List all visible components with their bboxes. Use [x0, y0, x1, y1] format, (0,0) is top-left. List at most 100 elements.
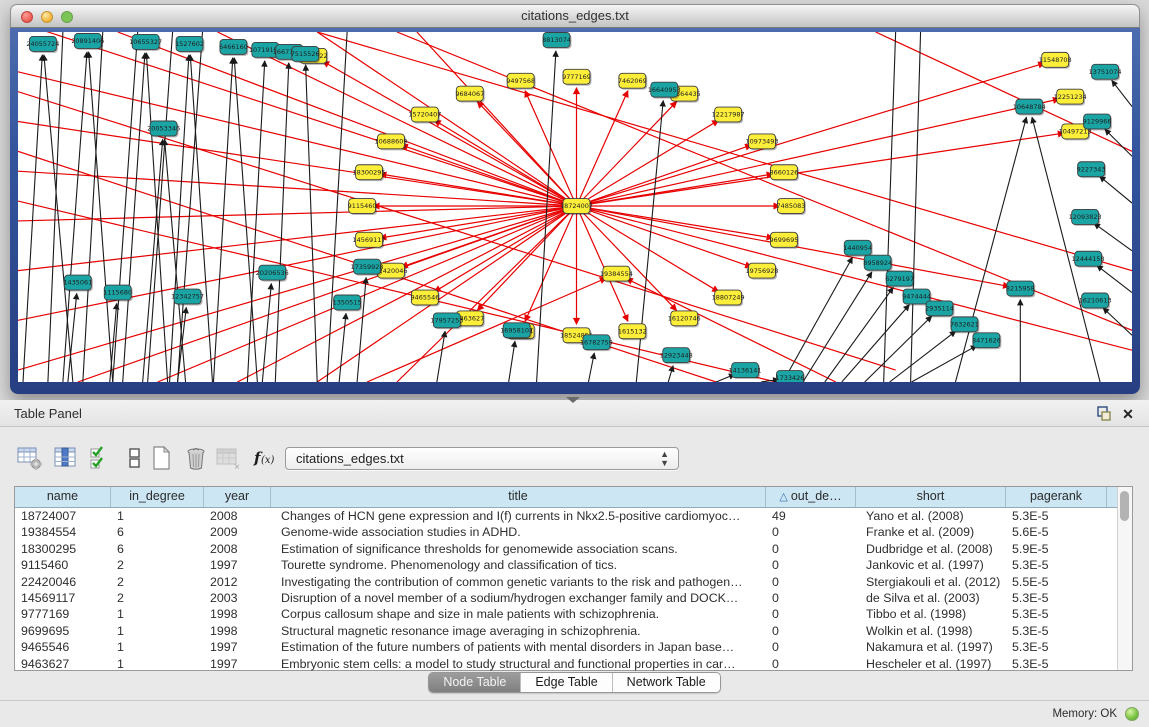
- network-edge[interactable]: [1103, 308, 1132, 335]
- network-edge[interactable]: [306, 65, 318, 382]
- table-cell[interactable]: 5.3E-5: [1006, 623, 1107, 639]
- network-node[interactable]: 12217987: [712, 107, 745, 123]
- table-cell[interactable]: Genome-wide association studies in ADHD.: [271, 524, 766, 540]
- network-window-titlebar[interactable]: citations_edges.txt: [10, 4, 1140, 28]
- table-source-dropdown[interactable]: citations_edges.txt ▲▼: [285, 447, 679, 470]
- network-node[interactable]: 20053346: [147, 121, 180, 137]
- network-node[interactable]: 12923448: [660, 348, 693, 364]
- table-cell[interactable]: Tibbo et al. (1998): [856, 606, 1006, 622]
- network-node[interactable]: 9497568: [506, 73, 535, 89]
- network-edge[interactable]: [18, 72, 576, 206]
- network-node[interactable]: 16210613: [1079, 293, 1112, 309]
- network-edge[interactable]: [434, 120, 576, 206]
- tab-node-table[interactable]: Node Table: [429, 673, 520, 692]
- network-node[interactable]: 12342757: [171, 289, 204, 305]
- table-cell[interactable]: de Silva et al. (2003): [856, 590, 1006, 606]
- network-node[interactable]: 16640953: [648, 82, 681, 98]
- network-node[interactable]: 9129966: [1083, 114, 1112, 130]
- network-edge[interactable]: [576, 206, 751, 267]
- table-cell[interactable]: 0: [766, 557, 856, 573]
- new-document-icon[interactable]: [148, 444, 176, 472]
- network-node[interactable]: 1527602: [175, 36, 204, 52]
- network-node[interactable]: 19756928: [746, 263, 779, 279]
- network-node[interactable]: 9699695: [770, 232, 799, 248]
- table-cell[interactable]: 9465546: [15, 639, 111, 655]
- column-header-in_degree[interactable]: in_degree: [111, 487, 204, 507]
- network-edge[interactable]: [18, 121, 576, 206]
- table-cell[interactable]: 18300295: [15, 541, 111, 557]
- panel-splitter-handle[interactable]: [566, 397, 580, 403]
- network-node[interactable]: 20891406: [71, 33, 104, 49]
- network-node[interactable]: 17957253: [430, 313, 463, 329]
- function-builder-icon[interactable]: f (x): [252, 444, 280, 472]
- network-edge[interactable]: [165, 139, 186, 382]
- network-edge[interactable]: [842, 305, 910, 382]
- network-edge[interactable]: [78, 206, 577, 382]
- table-cell[interactable]: 1997: [204, 656, 271, 672]
- table-cell[interactable]: 9463627: [15, 656, 111, 672]
- network-node[interactable]: 17359928: [351, 259, 384, 275]
- table-cell[interactable]: Estimation of significance thresholds fo…: [271, 541, 766, 557]
- network-node[interactable]: 8958924: [863, 255, 892, 271]
- table-cell[interactable]: 14569117: [15, 590, 111, 606]
- table-cell[interactable]: Structural magnetic resonance image aver…: [271, 623, 766, 639]
- network-node[interactable]: 14136141: [729, 363, 762, 379]
- table-cell[interactable]: Changes of HCN gene expression and I(f) …: [271, 508, 766, 524]
- table-settings-icon[interactable]: [16, 444, 44, 472]
- table-cell[interactable]: Nakamura et al. (1997): [856, 639, 1006, 655]
- network-edge[interactable]: [576, 133, 1064, 206]
- network-node[interactable]: 6279197: [885, 271, 914, 287]
- network-edge[interactable]: [190, 55, 212, 382]
- table-cell[interactable]: 5.3E-5: [1006, 606, 1107, 622]
- network-edge[interactable]: [509, 341, 515, 382]
- network-edge[interactable]: [213, 58, 232, 382]
- column-header-title[interactable]: title: [271, 487, 766, 507]
- network-node[interactable]: 2935114: [925, 301, 954, 317]
- scrollbar-thumb[interactable]: [1120, 491, 1129, 521]
- table-cell[interactable]: Dudbridge et al. (2008): [856, 541, 1006, 557]
- table-cell[interactable]: 2009: [204, 524, 271, 540]
- network-edge[interactable]: [113, 32, 138, 382]
- network-edge[interactable]: [890, 331, 956, 382]
- network-node[interactable]: 18724007: [560, 199, 593, 215]
- network-node[interactable]: 10648784: [1013, 99, 1046, 115]
- table-cell[interactable]: 1: [111, 656, 204, 672]
- select-all-icon[interactable]: [88, 444, 116, 472]
- table-cell[interactable]: 5.3E-5: [1006, 639, 1107, 655]
- table-cell[interactable]: 5.3E-5: [1006, 590, 1107, 606]
- table-cell[interactable]: 0: [766, 541, 856, 557]
- table-cell[interactable]: 0: [766, 574, 856, 590]
- network-edge[interactable]: [865, 316, 932, 382]
- table-cell[interactable]: 9777169: [15, 606, 111, 622]
- network-edge[interactable]: [1105, 129, 1132, 156]
- network-node[interactable]: 16782759: [580, 335, 613, 351]
- network-canvas-area[interactable]: 1872400774850839699695197569281880724916…: [18, 32, 1132, 382]
- table-row[interactable]: 1456911722003Disruption of a novel membe…: [15, 590, 1132, 606]
- network-edge[interactable]: [317, 32, 1132, 271]
- network-node[interactable]: 18300295: [353, 165, 386, 181]
- float-panel-icon[interactable]: [1095, 405, 1113, 423]
- network-node[interactable]: 8813074: [542, 32, 571, 48]
- table-cell[interactable]: Hescheler et al. (1997): [856, 656, 1006, 672]
- table-cell[interactable]: 9699695: [15, 623, 111, 639]
- table-row[interactable]: 946362711997Embryonic stem cells: a mode…: [15, 656, 1132, 672]
- table-cell[interactable]: 9115460: [15, 557, 111, 573]
- table-cell[interactable]: 2012: [204, 574, 271, 590]
- table-cell[interactable]: 22420046: [15, 574, 111, 590]
- network-node[interactable]: 14569117: [353, 232, 386, 248]
- network-node[interactable]: 15720407: [408, 107, 441, 123]
- table-row[interactable]: 946554611997Estimation of the future num…: [15, 639, 1132, 655]
- network-node[interactable]: 12093823: [1069, 209, 1102, 225]
- table-cell[interactable]: 1: [111, 508, 204, 524]
- table-cell[interactable]: 0: [766, 590, 856, 606]
- column-header-year[interactable]: year: [204, 487, 271, 507]
- network-node[interactable]: 10688609: [375, 134, 408, 150]
- network-edge[interactable]: [884, 32, 896, 382]
- network-edge[interactable]: [339, 313, 346, 382]
- network-edge[interactable]: [118, 32, 577, 206]
- show-columns-icon[interactable]: [52, 444, 80, 472]
- network-node[interactable]: 1733426: [775, 371, 804, 382]
- table-cell[interactable]: 1998: [204, 623, 271, 639]
- table-row[interactable]: 2242004622012Investigating the contribut…: [15, 574, 1132, 590]
- network-node[interactable]: 19384554: [600, 266, 633, 282]
